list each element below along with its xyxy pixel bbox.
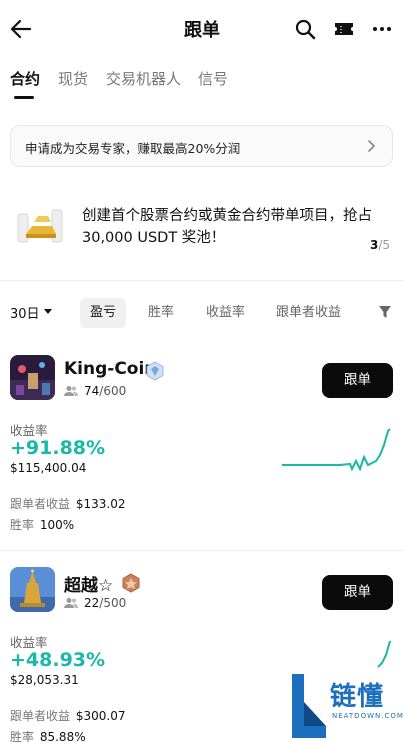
- top-bar: 跟单: [0, 0, 404, 58]
- carousel-page-indicator: 3/5: [369, 238, 390, 252]
- period-selector[interactable]: 30日: [10, 303, 40, 322]
- follower-count: 22/500: [64, 596, 126, 610]
- follower-profit: 跟单者收益 $133.02: [10, 497, 126, 511]
- banner-text: 申请成为交易专家，赚取最高20%分润: [25, 141, 241, 156]
- sort-chip-winrate[interactable]: 胜率: [138, 298, 184, 328]
- trader-avatar: [10, 355, 55, 400]
- pnl-value: $115,400.04: [10, 461, 87, 475]
- more-icon[interactable]: [371, 18, 393, 40]
- follower-profit: 跟单者收益 $300.07: [10, 709, 126, 723]
- bronze-badge-icon: [122, 573, 140, 593]
- apply-expert-banner[interactable]: 申请成为交易专家，赚取最高20%分润: [10, 125, 393, 167]
- follower-count: 74/600: [64, 384, 126, 398]
- roi-value: +91.88%: [10, 437, 106, 459]
- tab-trading-bot[interactable]: 交易机器人: [106, 68, 181, 89]
- active-tab-indicator: [14, 96, 34, 99]
- pnl-value: $28,053.31: [10, 673, 79, 687]
- trader-name: 超越☆: [64, 576, 114, 596]
- tab-contract[interactable]: 合约: [10, 68, 40, 89]
- watermark-text: 链懂: [330, 682, 385, 712]
- roi-sparkline: [282, 428, 391, 472]
- trader-card[interactable]: King-Coin 74/600 跟单 收益率 +91.88% $115,400…: [0, 355, 404, 545]
- chevron-right-icon: [368, 140, 376, 152]
- filter-icon[interactable]: [378, 305, 392, 319]
- sort-chip-follower-profit[interactable]: 跟单者收益: [266, 298, 351, 328]
- gold-bars-icon: [17, 209, 63, 243]
- caret-down-icon[interactable]: [44, 309, 52, 314]
- promo-carousel[interactable]: 创建首个股票合约或黄金合约带单项目，抢占 30,000 USDT 奖池！ 3/5: [0, 190, 404, 270]
- trader-avatar: [10, 567, 55, 612]
- search-icon[interactable]: [294, 18, 316, 40]
- category-tabs: 合约 现货 交易机器人 信号: [0, 64, 404, 104]
- roi-value: +48.93%: [10, 649, 106, 671]
- watermark-subtext: NEATDOWN.COM: [332, 712, 404, 720]
- diamond-badge-icon: [146, 361, 164, 381]
- logo-l-mark: [292, 674, 326, 738]
- section-divider: [0, 280, 404, 281]
- card-divider: [0, 550, 404, 551]
- ticket-icon[interactable]: [333, 18, 355, 40]
- users-icon: [64, 386, 79, 396]
- sort-filter-bar: 30日 盈亏 胜率 收益率 跟单者收益: [0, 296, 404, 328]
- tab-signals[interactable]: 信号: [198, 68, 228, 89]
- tab-spot[interactable]: 现货: [58, 68, 88, 89]
- trader-name: King-Coin: [64, 359, 157, 379]
- sort-chip-pnl[interactable]: 盈亏: [80, 298, 127, 328]
- follow-button[interactable]: 跟单: [322, 575, 393, 610]
- promo-text: 创建首个股票合约或黄金合约带单项目，抢占 30,000 USDT 奖池！: [82, 208, 372, 246]
- users-icon: [64, 598, 79, 608]
- win-rate: 胜率 100%: [10, 518, 75, 532]
- sort-chip-roi[interactable]: 收益率: [196, 298, 255, 328]
- watermark-logo: 链懂 NEATDOWN.COM: [288, 670, 404, 742]
- win-rate: 胜率 85.88%: [10, 730, 86, 742]
- follow-button[interactable]: 跟单: [322, 363, 393, 398]
